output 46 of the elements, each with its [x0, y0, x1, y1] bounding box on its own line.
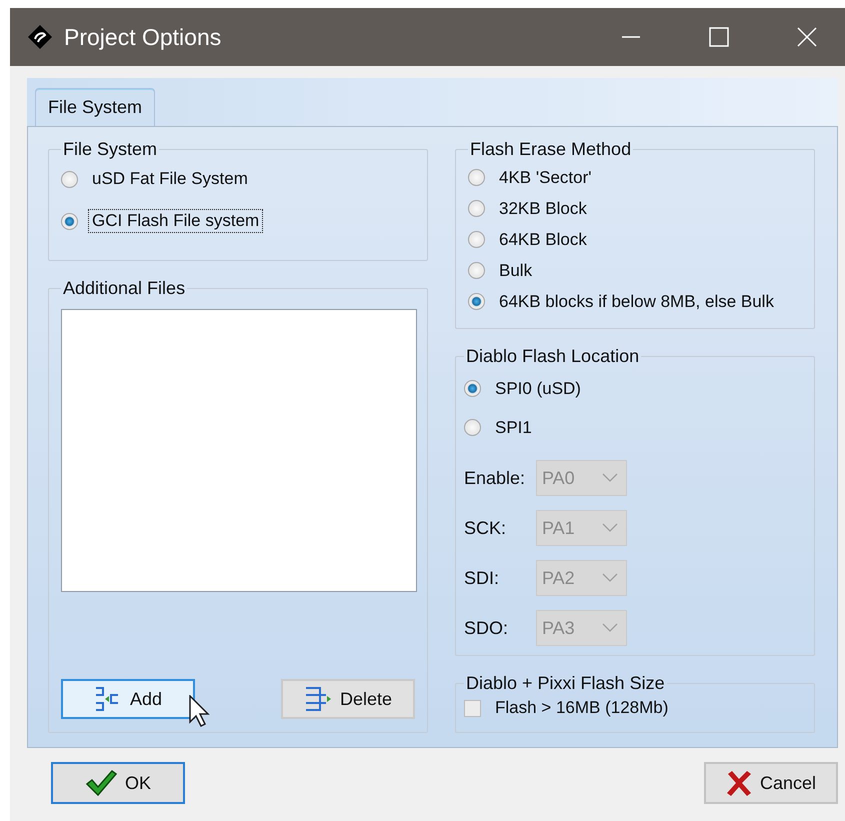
group-title: Flash Erase Method: [469, 139, 632, 160]
chevron-down-icon: [602, 573, 618, 583]
maximize-icon: [707, 25, 731, 49]
pin-label: SDO:: [464, 618, 510, 638]
pin-label: SDI:: [464, 568, 500, 588]
tab[interactable]: File System: [35, 88, 156, 126]
radio-label[interactable]: GCI Flash File system: [88, 209, 264, 233]
chevron-down-icon: [602, 623, 618, 633]
radio-label[interactable]: SPI0 (uSD): [491, 376, 585, 400]
window-title: Project Options: [64, 24, 222, 50]
checkbox[interactable]: [464, 700, 481, 716]
radio-label[interactable]: 64KB blocks if below 8MB, else Bulk: [495, 290, 778, 314]
chevron-down-icon: [602, 473, 618, 483]
add-button[interactable]: Add: [61, 679, 195, 719]
radio-label[interactable]: 4KB 'Sector': [495, 166, 596, 190]
radio-label[interactable]: SPI1: [491, 416, 536, 440]
checkbox-label[interactable]: Flash > 16MB (128Mb): [491, 696, 672, 720]
pin-label: Enable:: [464, 468, 526, 488]
group-title: Diablo Flash Location: [465, 346, 640, 367]
radio-button[interactable]: [464, 380, 481, 397]
radio-label[interactable]: uSD Fat File System: [88, 167, 252, 191]
radio-button[interactable]: [468, 169, 485, 186]
radio-label[interactable]: Bulk: [495, 258, 536, 282]
app-logo-icon: [28, 25, 52, 49]
close-icon: [795, 25, 819, 49]
group-title: Additional Files: [62, 278, 186, 299]
radio-button[interactable]: [468, 262, 485, 279]
radio-button[interactable]: [464, 419, 481, 436]
delete-button[interactable]: Delete: [281, 679, 415, 719]
ok-button[interactable]: OK: [51, 762, 185, 804]
group-title: Diablo + Pixxi Flash Size: [465, 673, 666, 694]
radio-button[interactable]: [61, 212, 78, 230]
minimize-icon: [621, 36, 641, 38]
radio-label[interactable]: 64KB Block: [495, 228, 591, 252]
check-icon: [84, 769, 117, 797]
radio-button[interactable]: [468, 231, 485, 248]
radio-button[interactable]: [468, 200, 485, 217]
radio-label[interactable]: 32KB Block: [495, 196, 591, 220]
cancel-button[interactable]: Cancel: [704, 762, 838, 804]
radio-button[interactable]: [61, 170, 78, 188]
chevron-down-icon: [602, 523, 618, 533]
mouse-cursor-icon: [189, 695, 211, 727]
group-title: File System: [62, 139, 158, 160]
radio-button[interactable]: [468, 293, 485, 310]
pin-label: SCK:: [464, 518, 508, 538]
close-icon: [726, 770, 752, 796]
